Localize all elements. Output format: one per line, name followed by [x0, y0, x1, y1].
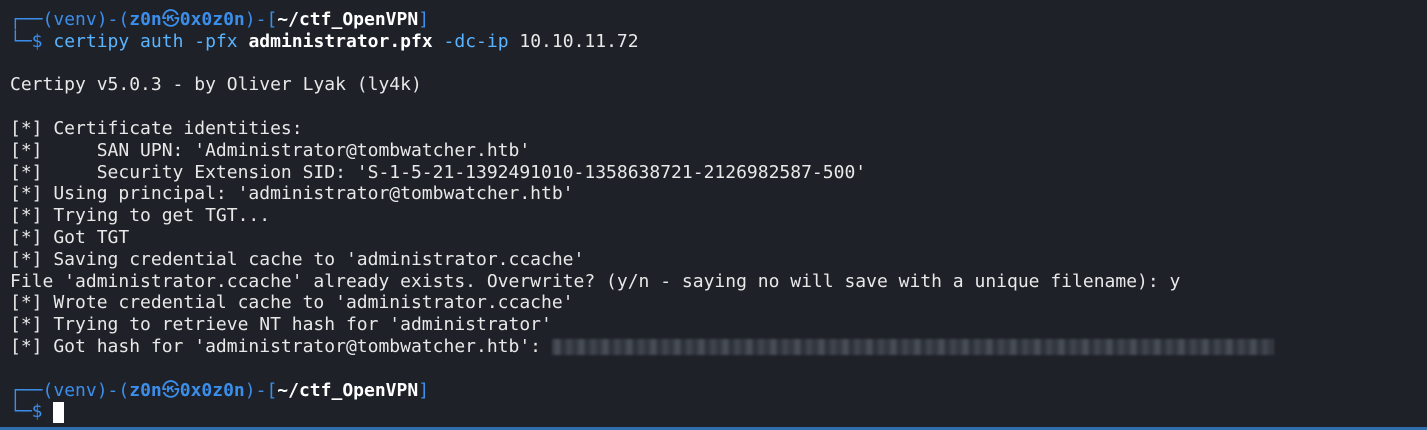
prompt-path: ~/ctf_OpenVPN	[277, 9, 419, 30]
output-line: [*] Trying to retrieve NT hash for 'admi…	[10, 314, 552, 336]
hash-prefix: [*] Got hash for 'administrator@tombwatc…	[10, 335, 552, 357]
output-line: [*] Trying to get TGT...	[10, 205, 271, 227]
output-line: [*] Got TGT	[10, 226, 130, 248]
output-line: [*] Security Extension SID: 'S-1-5-21-13…	[10, 161, 867, 183]
command-tool: certipy	[53, 30, 130, 52]
prompt-sep: )-(	[96, 379, 130, 401]
prompt-venv: venv	[53, 379, 97, 401]
command-subcommand: auth	[129, 30, 195, 52]
prompt-user: z0n	[129, 9, 162, 30]
prompt-close: ]	[418, 379, 430, 401]
hash-output-line: [*] Got hash for 'administrator@tombwatc…	[10, 336, 1427, 358]
command-arg-dcip: 10.10.11.72	[508, 30, 639, 52]
output-line: [*] Saving credential cache to 'administ…	[10, 248, 585, 270]
command-flag-dcip: -dc-ip	[432, 30, 509, 52]
banner-line: Certipy v5.0.3 - by Oliver Lyak (ly4k)	[10, 74, 422, 96]
prompt-at: ㉿	[161, 379, 180, 401]
command-arg-pfx: administrator.pfx	[237, 30, 433, 52]
prompt-path: ~/ctf_OpenVPN	[277, 379, 419, 401]
prompt-user: z0n	[129, 379, 162, 401]
prompt-dollar: └─$	[10, 401, 43, 423]
output-line: [*] Wrote credential cache to 'administr…	[10, 292, 574, 314]
prompt-close: ]	[418, 9, 430, 30]
prompt-sep: )-[	[244, 379, 278, 401]
prompt-host: 0x0z0n	[179, 379, 245, 401]
output-line: [*] Using principal: 'administrator@tomb…	[10, 183, 574, 205]
prompt-venv: venv	[53, 9, 97, 30]
prompt-sep: )-[	[244, 9, 278, 30]
prompt-dollar: └─$	[10, 30, 43, 52]
output-line: [*] Certificate identities:	[10, 117, 303, 139]
command-flag-pfx: -pfx	[194, 30, 238, 52]
input-line[interactable]: └─$	[10, 401, 1427, 423]
output-line: [*] SAN UPN: 'Administrator@tombwatcher.…	[10, 139, 531, 161]
prompt-open: ┌──(	[10, 9, 54, 30]
terminal-output[interactable]: ┌──(venv)-(z0n㉿0x0z0n)-[~/ctf_OpenVPN] └…	[10, 9, 1427, 430]
prompt-host: 0x0z0n	[179, 9, 245, 30]
text-cursor[interactable]	[53, 401, 65, 423]
redacted-hash	[551, 338, 1274, 355]
output-line: File 'administrator.ccache' already exis…	[10, 270, 1181, 292]
prompt-sep: )-(	[96, 9, 130, 30]
prompt-open: ┌──(	[10, 379, 54, 401]
prompt-at: ㉿	[161, 9, 180, 30]
prompt-line-1: ┌──(venv)-(z0n㉿0x0z0n)-[~/ctf_OpenVPN]	[10, 9, 1427, 31]
prompt-line-2: ┌──(venv)-(z0n㉿0x0z0n)-[~/ctf_OpenVPN]	[10, 380, 1427, 402]
command-line: └─$ certipy auth -pfx administrator.pfx …	[10, 31, 1427, 53]
